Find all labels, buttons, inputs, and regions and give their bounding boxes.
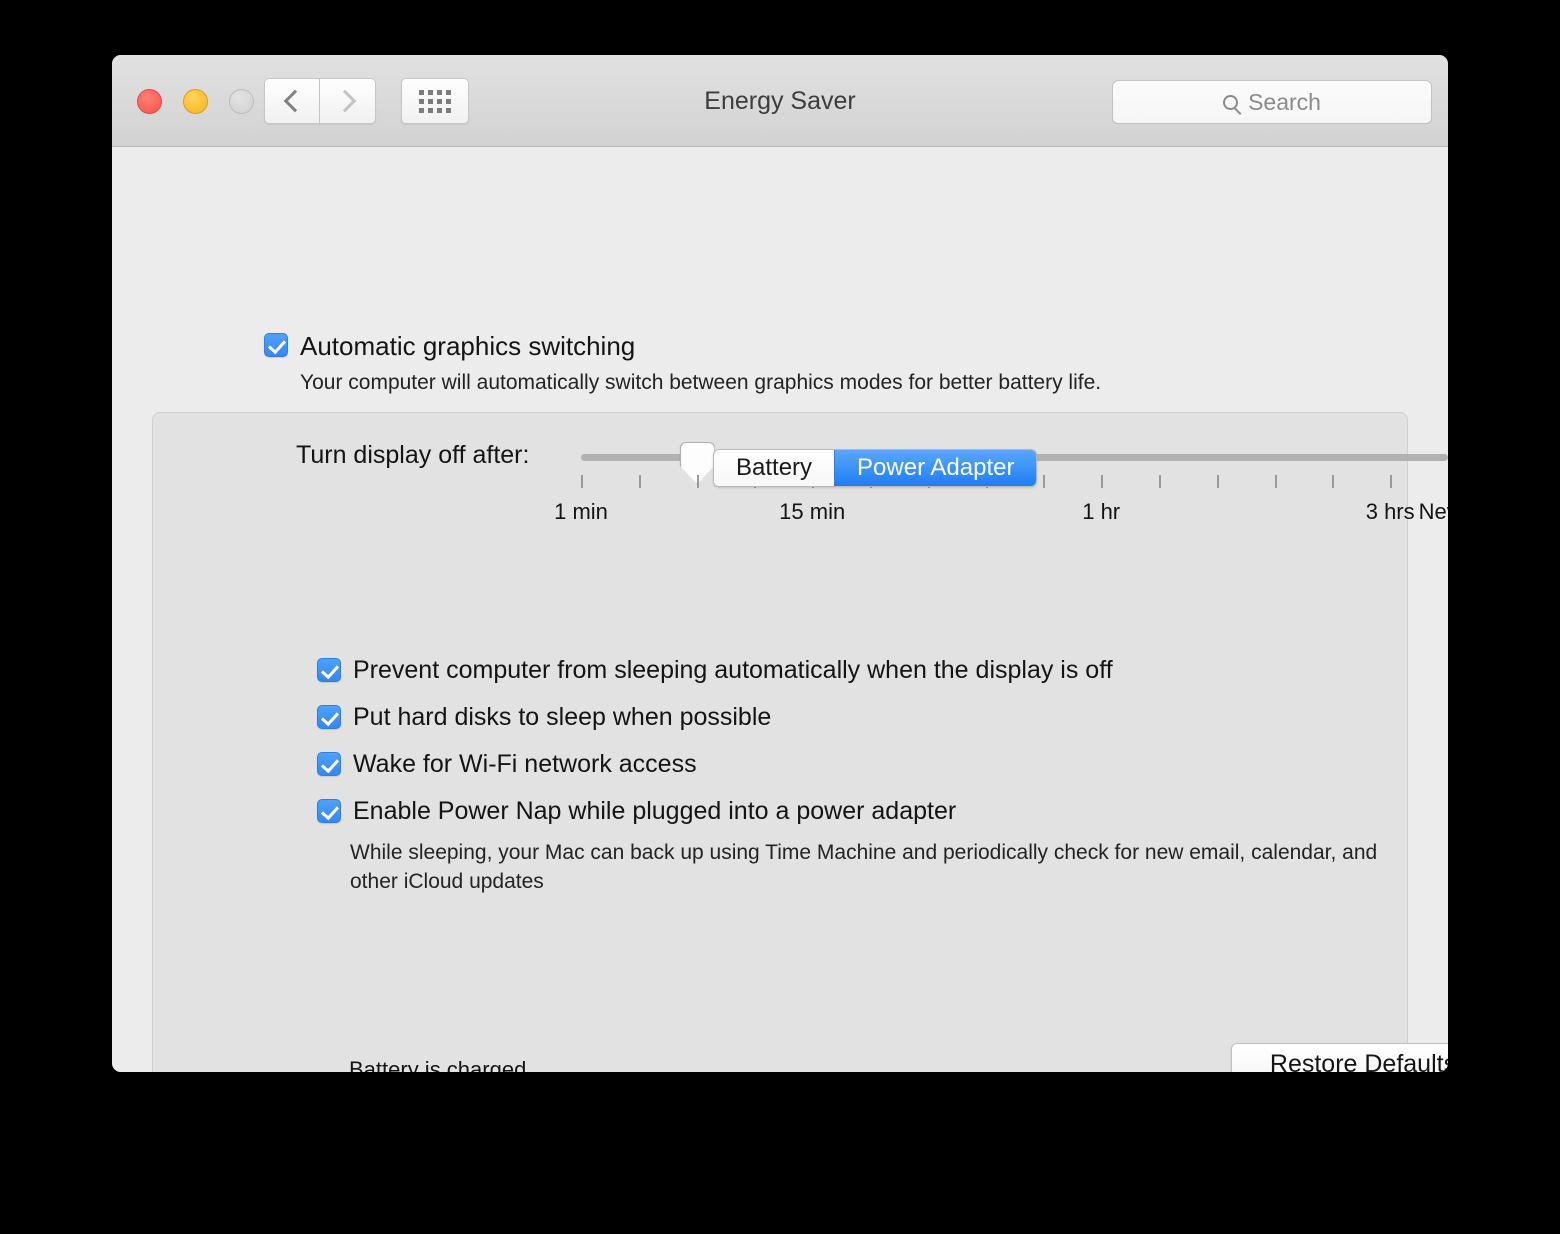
checkbox-icon xyxy=(264,333,288,357)
power-adapter-panel: Turn display off after: 1 min15 min1 hr3… xyxy=(152,412,1408,1072)
option-label: Prevent computer from sleeping automatic… xyxy=(353,658,1113,683)
energy-saver-window: Energy Saver Search Automatic graphics s… xyxy=(112,55,1448,1072)
window-titlebar: Energy Saver Search xyxy=(112,55,1448,147)
checkbox-icon xyxy=(317,752,341,776)
checkbox-icon xyxy=(317,705,341,729)
slider-tick xyxy=(1101,475,1103,488)
preference-body: Automatic graphics switching Your comput… xyxy=(112,147,1448,1072)
option-wake-for-wifi[interactable]: Wake for Wi-Fi network access xyxy=(317,752,1113,777)
slider-tick xyxy=(1217,475,1219,488)
automatic-graphics-switching-label: Automatic graphics switching xyxy=(300,333,635,359)
slider-tick xyxy=(697,475,699,488)
option-prevent-sleep[interactable]: Prevent computer from sleeping automatic… xyxy=(317,658,1113,683)
slider-tick xyxy=(1275,475,1277,488)
slider-tick xyxy=(1159,475,1161,488)
search-field[interactable]: Search xyxy=(1112,80,1432,124)
tab-power-adapter[interactable]: Power Adapter xyxy=(834,450,1036,486)
checkbox-icon xyxy=(317,799,341,823)
automatic-graphics-switching-description: Your computer will automatically switch … xyxy=(300,371,1101,395)
slider-tick-label: Never xyxy=(1419,499,1448,525)
option-hard-disk-sleep[interactable]: Put hard disks to sleep when possible xyxy=(317,705,1113,730)
battery-status-text: Battery is charged. xyxy=(349,1057,532,1072)
slider-tick-label: 1 hr xyxy=(1082,499,1120,525)
options-list: Prevent computer from sleeping automatic… xyxy=(317,658,1113,846)
restore-defaults-button[interactable]: Restore Defaults xyxy=(1231,1043,1448,1072)
slider-tick xyxy=(1332,475,1334,488)
checkbox-icon xyxy=(317,658,341,682)
slider-tick xyxy=(581,475,583,488)
search-icon xyxy=(1223,95,1238,110)
slider-tick xyxy=(1043,475,1045,488)
slider-tick-labels: 1 min15 min1 hr3 hrsNever xyxy=(153,499,1407,529)
power-source-tabs: Battery Power Adapter xyxy=(713,449,1037,487)
tab-battery[interactable]: Battery xyxy=(714,450,834,486)
search-placeholder: Search xyxy=(1248,89,1321,116)
option-label: Enable Power Nap while plugged into a po… xyxy=(353,799,956,824)
slider-tick xyxy=(1390,475,1392,488)
option-label: Wake for Wi-Fi network access xyxy=(353,752,697,777)
slider-tick-label: 3 hrs xyxy=(1366,499,1415,525)
slider-tick xyxy=(639,475,641,488)
slider-tick-label: 1 min xyxy=(554,499,608,525)
slider-tick-label: 15 min xyxy=(779,499,845,525)
power-nap-description: While sleeping, your Mac can back up usi… xyxy=(350,838,1390,896)
automatic-graphics-switching-checkbox[interactable]: Automatic graphics switching xyxy=(264,333,635,359)
option-enable-power-nap[interactable]: Enable Power Nap while plugged into a po… xyxy=(317,799,1113,824)
option-label: Put hard disks to sleep when possible xyxy=(353,705,771,730)
turn-display-off-label: Turn display off after: xyxy=(296,441,529,470)
